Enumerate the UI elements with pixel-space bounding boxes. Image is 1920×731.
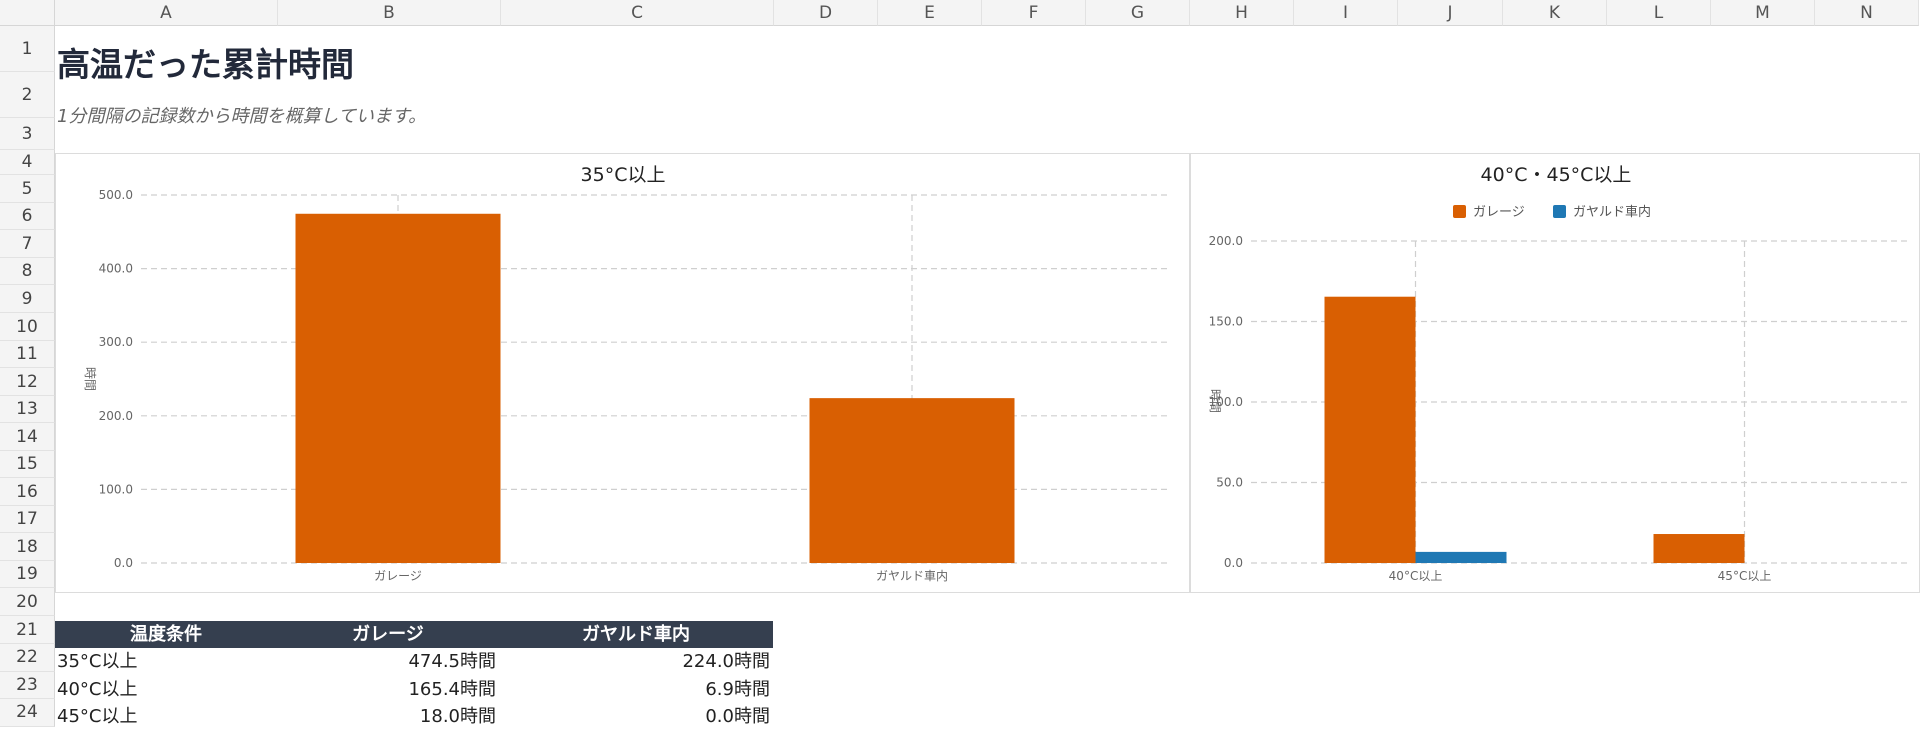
row-header-20[interactable]: 20 bbox=[0, 588, 55, 616]
x-tick-label: ガヤルド車内 bbox=[876, 569, 948, 583]
y-tick-label: 300.0 bbox=[99, 335, 133, 349]
y-tick-label: 200.0 bbox=[99, 409, 133, 423]
y-tick-label: 200.0 bbox=[1209, 234, 1243, 248]
column-header-e[interactable]: E bbox=[878, 0, 982, 26]
row-header-23[interactable]: 23 bbox=[0, 671, 55, 699]
bar-gallardo bbox=[809, 398, 1015, 563]
legend-label-1: ガヤルド車内 bbox=[1573, 204, 1651, 220]
column-header-i[interactable]: I bbox=[1294, 0, 1398, 26]
sheet-title: 高温だった累計時間 bbox=[57, 45, 354, 84]
column-header-d[interactable]: D bbox=[774, 0, 878, 26]
cell-condition[interactable]: 45°C以上 bbox=[55, 703, 277, 731]
y-tick-label: 150.0 bbox=[1209, 315, 1243, 329]
column-header-l[interactable]: L bbox=[1607, 0, 1711, 26]
chart-title: 35°C以上 bbox=[581, 164, 666, 186]
chart-35c[interactable]: 35°C以上 0.0 100.0 200.0 300.0 400.0 500.0 ガレージ ガヤ… bbox=[55, 153, 1190, 593]
row-header-2[interactable]: 2 bbox=[0, 72, 55, 118]
row-header-17[interactable]: 17 bbox=[0, 506, 55, 533]
select-all-corner[interactable] bbox=[0, 0, 55, 26]
table-row: 45°C以上 18.0時間 0.0時間 bbox=[55, 703, 773, 731]
cell-condition[interactable]: 35°C以上 bbox=[55, 648, 277, 676]
row-header-14[interactable]: 14 bbox=[0, 423, 55, 451]
column-header-k[interactable]: K bbox=[1503, 0, 1607, 26]
chart-title: 40°C・45°C以上 bbox=[1481, 164, 1632, 186]
row-header-9[interactable]: 9 bbox=[0, 285, 55, 313]
cell-garage[interactable]: 474.5時間 bbox=[277, 648, 499, 676]
x-tick-label: 45°C以上 bbox=[1718, 569, 1772, 583]
bar-garage bbox=[295, 213, 501, 563]
legend-label-0: ガレージ bbox=[1473, 205, 1525, 220]
column-header-n[interactable]: N bbox=[1815, 0, 1919, 26]
column-header-m[interactable]: M bbox=[1711, 0, 1815, 26]
cell-condition[interactable]: 40°C以上 bbox=[55, 676, 277, 704]
row-header-11[interactable]: 11 bbox=[0, 341, 55, 368]
legend-swatch-0 bbox=[1453, 205, 1466, 218]
cell-gallardo[interactable]: 224.0時間 bbox=[499, 648, 773, 676]
y-tick-label: 100.0 bbox=[99, 482, 133, 496]
table-header-row: 温度条件 ガレージ ガヤルド車内 bbox=[55, 621, 773, 648]
header-gallardo[interactable]: ガヤルド車内 bbox=[499, 621, 773, 648]
header-garage[interactable]: ガレージ bbox=[277, 621, 499, 648]
y-axis-label: 時間 bbox=[83, 367, 97, 391]
row-header-12[interactable]: 12 bbox=[0, 368, 55, 396]
column-header-c[interactable]: C bbox=[501, 0, 774, 26]
row-header-18[interactable]: 18 bbox=[0, 533, 55, 561]
table-row: 35°C以上 474.5時間 224.0時間 bbox=[55, 648, 773, 676]
row-header-24[interactable]: 24 bbox=[0, 699, 55, 727]
column-header-b[interactable]: B bbox=[278, 0, 501, 26]
cell-garage[interactable]: 165.4時間 bbox=[277, 676, 499, 704]
table-row: 40°C以上 165.4時間 6.9時間 bbox=[55, 676, 773, 704]
row-header-4[interactable]: 4 bbox=[0, 150, 55, 175]
bar-gallardo-0 bbox=[1415, 551, 1507, 563]
bar-garage-0 bbox=[1324, 296, 1416, 563]
row-header-13[interactable]: 13 bbox=[0, 396, 55, 423]
header-condition[interactable]: 温度条件 bbox=[55, 621, 277, 648]
spreadsheet: ABCDEFGHIJKLMN 1 2 3 4 5 6 7 8 9 10 11 12 13 14 15 16 17… bbox=[0, 0, 1920, 731]
column-header-j[interactable]: J bbox=[1398, 0, 1503, 26]
chart-35c-svg: 35°C以上 0.0 100.0 200.0 300.0 400.0 500.0 ガレージ ガヤ… bbox=[83, 164, 1169, 583]
column-header-g[interactable]: G bbox=[1086, 0, 1190, 26]
row-header-1[interactable]: 1 bbox=[0, 26, 55, 72]
x-tick-label: ガレージ bbox=[374, 569, 422, 583]
column-header-h[interactable]: H bbox=[1190, 0, 1294, 26]
cell-gallardo[interactable]: 6.9時間 bbox=[499, 676, 773, 704]
cell-garage[interactable]: 18.0時間 bbox=[277, 703, 499, 731]
legend-swatch-1 bbox=[1553, 205, 1566, 218]
column-header-f[interactable]: F bbox=[982, 0, 1086, 26]
y-tick-label: 400.0 bbox=[99, 262, 133, 276]
y-tick-label: 50.0 bbox=[1216, 476, 1243, 490]
row-header-6[interactable]: 6 bbox=[0, 203, 55, 230]
column-header-a[interactable]: A bbox=[55, 0, 278, 26]
row-header-16[interactable]: 16 bbox=[0, 478, 55, 506]
chart-40c-45c-svg: 40°C・45°C以上ガレージ ガヤルド車内0.050.0100.0150.020… bbox=[1208, 164, 1909, 583]
y-tick-label: 0.0 bbox=[114, 556, 133, 570]
summary-table: 温度条件 ガレージ ガヤルド車内 35°C以上 474.5時間 224.0時間 … bbox=[55, 621, 773, 731]
row-header-10[interactable]: 10 bbox=[0, 313, 55, 341]
row-header-5[interactable]: 5 bbox=[0, 175, 55, 203]
row-header-3[interactable]: 3 bbox=[0, 118, 55, 150]
row-header-22[interactable]: 22 bbox=[0, 644, 55, 672]
x-tick-label: 40°C以上 bbox=[1389, 569, 1443, 583]
y-axis-label: 時間 bbox=[1208, 389, 1222, 413]
sheet-subtitle: 1分間隔の記録数から時間を概算しています。 bbox=[57, 106, 427, 127]
chart-40c-45c[interactable]: 40°C・45°C以上 ガレージ ガヤルド車内 0.0 50.0 100.0 150.0 20… bbox=[1190, 153, 1920, 593]
cell-gallardo[interactable]: 0.0時間 bbox=[499, 703, 773, 731]
y-tick-label: 500.0 bbox=[99, 188, 133, 202]
row-header-21[interactable]: 21 bbox=[0, 616, 55, 644]
row-header-7[interactable]: 7 bbox=[0, 230, 55, 258]
bar-garage-1 bbox=[1653, 534, 1745, 563]
row-header-19[interactable]: 19 bbox=[0, 561, 55, 588]
y-tick-label: 0.0 bbox=[1224, 556, 1243, 570]
row-header-15[interactable]: 15 bbox=[0, 451, 55, 478]
row-header-8[interactable]: 8 bbox=[0, 258, 55, 285]
